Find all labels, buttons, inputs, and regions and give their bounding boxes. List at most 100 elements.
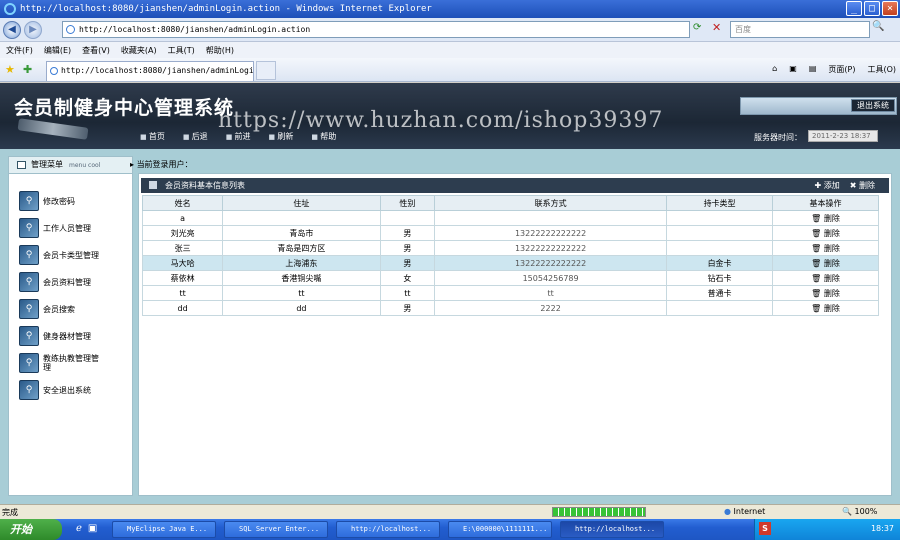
zoom-level[interactable]: 🔍 100% xyxy=(842,507,877,516)
taskbar: 开始 ℯ ▣ MyEclipse Java E... SQL Server En… xyxy=(0,519,900,540)
page-menu[interactable]: 页面(P) xyxy=(828,64,855,75)
table-cell: 🗑 删除 xyxy=(772,270,879,286)
menu-favorites[interactable]: 收藏夹(A) xyxy=(121,45,157,56)
row-delete-button[interactable]: 删除 xyxy=(824,289,840,298)
taskbar-item-myeclipse[interactable]: MyEclipse Java E... xyxy=(112,521,216,538)
table-cell: tt xyxy=(434,285,668,301)
sidebar-item-members[interactable]: ⚲ 会员资料管理 xyxy=(19,271,131,293)
search-input[interactable]: 百度 xyxy=(730,21,870,38)
start-button[interactable]: 开始 xyxy=(0,519,62,540)
menu-help[interactable]: 帮助(H) xyxy=(206,45,234,56)
table-row[interactable]: 蔡依林 香港铜尖嘴女 15054256789 钻石卡 🗑 删除 xyxy=(141,270,879,286)
menu-tools[interactable]: 工具(T) xyxy=(168,45,195,56)
table-row[interactable]: 刘光亮 青岛市男 13222222222222 🗑 删除 xyxy=(141,225,879,241)
table-cell xyxy=(666,210,774,226)
menu-edit[interactable]: 编辑(E) xyxy=(44,45,71,56)
table-cell: 🗑 删除 xyxy=(772,300,879,316)
menu-view[interactable]: 查看(V) xyxy=(82,45,110,56)
table-cell: 青岛市 xyxy=(222,225,381,241)
sidebar-item-equipment[interactable]: ⚲ 健身器材管理 xyxy=(19,325,131,347)
menu-file[interactable]: 文件(F) xyxy=(6,45,33,56)
user-icon: ⚲ xyxy=(19,191,39,211)
add-favorite-icon[interactable]: ✚ xyxy=(23,63,32,76)
tools-menu[interactable]: 工具(O) xyxy=(867,64,896,75)
row-delete-button[interactable]: 删除 xyxy=(824,229,840,238)
col-address: 住址 xyxy=(222,195,381,211)
table-cell: 🗑 删除 xyxy=(772,285,879,301)
table-cell: tt xyxy=(379,285,436,301)
table-row[interactable]: a 🗑 删除 xyxy=(141,210,879,226)
taskbar-item-folder[interactable]: E:\000000\1111111... xyxy=(448,521,552,538)
table-cell: 男 xyxy=(379,255,436,271)
table-cell: 白金卡 xyxy=(666,255,774,271)
sidebar-item-card-types[interactable]: ⚲ 会员卡类型管理 xyxy=(19,244,131,266)
ie-quicklaunch-icon[interactable]: ℯ xyxy=(76,523,82,534)
sidebar-item-coaching[interactable]: ⚲ 教练执教管理管理 xyxy=(19,352,131,374)
delete-button[interactable]: ✖ 删除 xyxy=(850,178,875,193)
table-cell: 刘光亮 xyxy=(141,225,224,241)
feeds-icon[interactable]: ▣ xyxy=(789,64,797,75)
nav-back[interactable]: 后退 xyxy=(183,131,208,142)
favorites-bar: ★ ✚ http://localhost:8080/jianshen/admin… xyxy=(0,58,900,82)
sidebar-item-change-password[interactable]: ⚲ 修改密码 xyxy=(19,190,131,212)
panel-title: 会员资料基本信息列表 xyxy=(165,181,245,190)
row-delete-button[interactable]: 删除 xyxy=(824,259,840,268)
table-row[interactable]: tt tt tt tt 普通卡 🗑 删除 xyxy=(141,285,879,301)
address-input[interactable]: http://localhost:8080/jianshen/adminLogi… xyxy=(62,21,690,38)
taskbar-item-sqlserver[interactable]: SQL Server Enter... xyxy=(224,521,328,538)
sogou-icon[interactable]: S xyxy=(759,522,771,535)
table-cell xyxy=(666,240,774,256)
table-row[interactable]: dd dd 男 2222 🗑 删除 xyxy=(141,300,879,316)
table-cell: 上海浦东 xyxy=(222,255,381,271)
row-delete-button[interactable]: 删除 xyxy=(824,304,840,313)
forward-button[interactable]: ▶ xyxy=(24,20,42,39)
favorites-star-icon[interactable]: ★ xyxy=(5,63,15,76)
row-delete-button[interactable]: 删除 xyxy=(824,244,840,253)
maximize-button[interactable]: □ xyxy=(864,1,880,16)
back-button[interactable]: ◀ xyxy=(3,20,21,39)
refresh-icon[interactable]: ⟳ xyxy=(693,22,701,33)
sidebar-item-member-search[interactable]: ⚲ 会员搜索 xyxy=(19,298,131,320)
user-icon: ⚲ xyxy=(19,218,39,238)
trash-icon: 🗑 xyxy=(811,258,824,268)
table-cell: 13222222222222 xyxy=(434,225,668,241)
user-icon: ⚲ xyxy=(19,245,39,265)
table-cell: dd xyxy=(222,300,381,316)
table-cell: 🗑 删除 xyxy=(772,240,879,256)
sidebar-item-staff[interactable]: ⚲ 工作人员管理 xyxy=(19,217,131,239)
table-cell: 女 xyxy=(379,270,436,286)
row-delete-button[interactable]: 删除 xyxy=(824,274,840,283)
logout-button[interactable]: 退出系统 xyxy=(851,99,895,112)
trash-icon: 🗑 xyxy=(811,303,824,313)
new-tab-button[interactable] xyxy=(256,61,276,80)
page-body: 管理菜单 menu cool ⚲ 修改密码 ⚲ 工作人员管理 ⚲ 会员卡类型管理 ⚲ 会员… xyxy=(0,149,900,504)
desktop-icon[interactable]: ▣ xyxy=(88,523,97,534)
status-text: 完成 xyxy=(2,508,18,517)
site-title: 会员制健身中心管理系统 xyxy=(14,97,235,119)
minimize-button[interactable]: _ xyxy=(846,1,862,16)
home-icon[interactable]: ⌂ xyxy=(772,64,777,75)
members-table: 姓名 住址 性别 联系方式 持卡类型 基本操作 a 🗑 删除 刘光亮 青岛市男 1322… xyxy=(141,195,879,316)
status-bar: 完成 Internet 🔍 100% xyxy=(0,504,900,519)
table-cell: 13222222222222 xyxy=(434,255,668,271)
stop-icon[interactable]: ✕ xyxy=(712,21,721,34)
table-row[interactable]: 张三 青岛是四方区男 13222222222222 🗑 删除 xyxy=(141,240,879,256)
browser-tab[interactable]: http://localhost:8080/jianshen/adminLogi… xyxy=(46,61,254,81)
user-icon: ⚲ xyxy=(19,299,39,319)
search-icon[interactable]: 🔍 xyxy=(872,21,884,32)
row-delete-button[interactable]: 删除 xyxy=(824,214,840,223)
nav-home[interactable]: 首页 xyxy=(140,131,165,142)
add-button[interactable]: ✚ 添加 xyxy=(815,178,840,193)
close-button[interactable]: × xyxy=(882,1,898,16)
window-controls: _ □ × xyxy=(846,1,898,16)
col-card-type: 持卡类型 xyxy=(666,195,774,211)
watermark-text: https://www.huzhan.com/ishop39397 xyxy=(218,108,664,133)
table-cell: tt xyxy=(141,285,224,301)
print-icon[interactable]: ▤ xyxy=(809,64,817,75)
table-body: a 🗑 删除 刘光亮 青岛市男 13222222222222 🗑 删除 张三 青岛是四方区男 1… xyxy=(141,210,879,316)
table-row[interactable]: 马大哈 上海浦东男 13222222222222 白金卡 🗑 删除 xyxy=(141,255,879,271)
sidebar-item-logout[interactable]: ⚲ 安全退出系统 xyxy=(19,379,131,401)
table-cell: a xyxy=(141,210,224,226)
taskbar-item-ie-1[interactable]: http://localhost... xyxy=(336,521,440,538)
taskbar-item-ie-2[interactable]: http://localhost... xyxy=(560,521,664,538)
